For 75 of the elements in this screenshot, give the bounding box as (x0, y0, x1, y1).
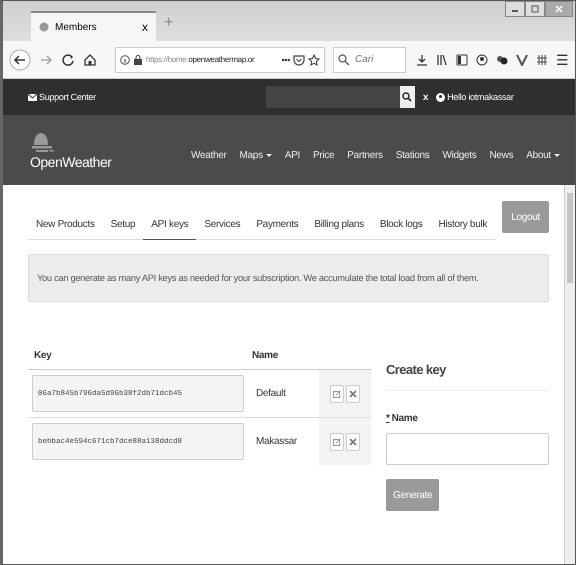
user-icon (436, 92, 446, 102)
nav-link[interactable]: Stations (396, 150, 430, 160)
minimize-button[interactable] (505, 1, 525, 17)
reload-icon[interactable] (61, 52, 75, 66)
home-icon[interactable] (83, 52, 97, 66)
site-search-field[interactable] (266, 86, 400, 108)
nav-link[interactable]: Maps (240, 150, 272, 160)
create-key-heading: Create key (386, 350, 549, 391)
shield-icon[interactable] (293, 54, 305, 66)
browser-tab[interactable]: Members x (31, 11, 156, 41)
nav-link[interactable]: News (489, 150, 514, 160)
tab[interactable]: API keys (143, 215, 196, 240)
edit-button[interactable] (330, 432, 344, 450)
nav-link[interactable]: Widgets (442, 150, 476, 160)
field-label: Name (392, 413, 418, 424)
close-icon (349, 390, 357, 398)
search-icon (338, 54, 350, 66)
greeting-link[interactable]: Hello iotmakassar (447, 92, 514, 102)
logo-text[interactable]: OpenWeather (30, 154, 112, 170)
globe-icon (39, 22, 49, 32)
extension-icon[interactable] (496, 54, 508, 66)
info-notice: You can generate as many API keys as needed for your subscription. We accumulate the total load from all of them. (28, 254, 549, 302)
grid-icon[interactable] (536, 54, 548, 66)
key-name: Default (256, 388, 286, 399)
url-text: https://home.openweathermap.or (146, 55, 254, 64)
search-button[interactable] (400, 86, 415, 108)
key-name: Makassar (256, 436, 297, 447)
cloud-logo-icon (30, 130, 54, 152)
tab[interactable]: Payments (248, 215, 306, 240)
tab[interactable]: Block logs (372, 215, 430, 240)
tab[interactable]: Services (196, 215, 248, 240)
menu-button[interactable]: ☰ (556, 52, 569, 68)
tab[interactable]: Billing plans (306, 215, 372, 240)
close-icon (555, 5, 563, 13)
browser-search-field[interactable]: Cari (333, 46, 406, 72)
search-icon (402, 92, 412, 102)
address-bar[interactable]: https://home.openweathermap.or ••• (115, 46, 325, 72)
delete-button[interactable] (346, 432, 360, 450)
info-icon[interactable] (120, 54, 130, 64)
nav-link[interactable]: Price (313, 150, 334, 160)
sidebar-icon[interactable] (456, 54, 468, 66)
star-icon[interactable] (308, 54, 320, 66)
close-icon (349, 438, 357, 446)
support-center-link[interactable]: Support Center (39, 92, 96, 102)
lock-icon (133, 54, 143, 64)
nav-link[interactable]: Weather (191, 150, 227, 160)
window-close-button[interactable] (545, 1, 573, 17)
envelope-icon (28, 92, 37, 102)
scrollbar[interactable] (564, 185, 575, 564)
library-icon[interactable] (436, 54, 448, 66)
shield-v-icon[interactable] (516, 54, 528, 66)
tab-title: Members (55, 22, 98, 32)
name-input-field[interactable] (386, 433, 549, 465)
column-header: Name (252, 350, 278, 361)
required-mark: * (386, 413, 390, 424)
clear-button[interactable]: x (422, 92, 428, 102)
maximize-icon (531, 5, 539, 13)
forward-icon[interactable] (39, 52, 53, 66)
tab[interactable]: Setup (102, 215, 144, 240)
maximize-button[interactable] (525, 1, 545, 17)
back-icon[interactable] (9, 48, 31, 70)
edit-icon (333, 390, 341, 398)
page-actions-button[interactable]: ••• (281, 54, 290, 64)
download-icon[interactable] (416, 54, 428, 66)
edit-icon (333, 438, 341, 446)
nav-link[interactable]: About (526, 150, 560, 160)
edit-button[interactable] (330, 384, 344, 402)
column-header: Key (34, 350, 52, 361)
tab[interactable]: New Products (28, 215, 103, 240)
nav-link[interactable]: Partners (347, 150, 383, 160)
delete-button[interactable] (346, 384, 360, 402)
tab-close-button[interactable]: x (142, 20, 148, 34)
tab[interactable]: History bulk (430, 215, 496, 240)
nav-link[interactable]: API (284, 150, 300, 160)
account-icon[interactable] (476, 54, 488, 66)
